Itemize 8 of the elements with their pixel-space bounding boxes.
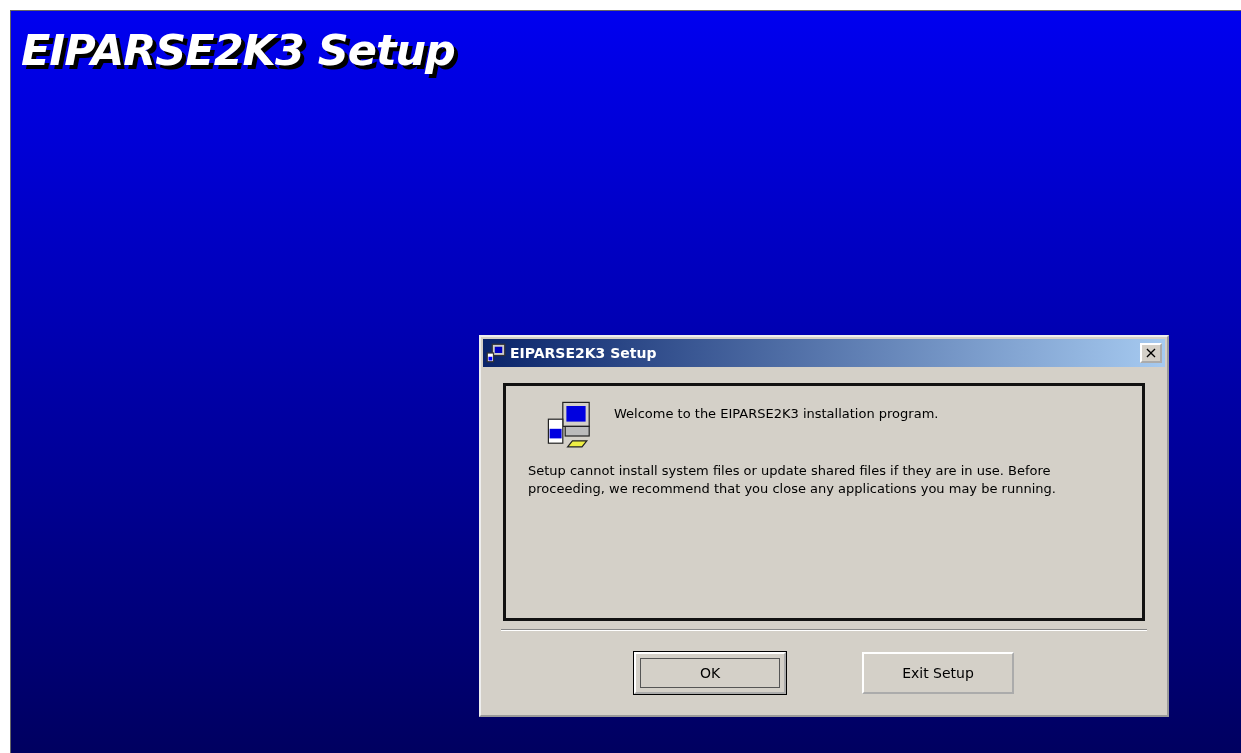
computer-icon [486,343,506,363]
ok-button[interactable]: OK [634,652,786,694]
dialog-title: EIPARSE2K3 Setup [510,345,658,361]
message-text: Setup cannot install system files or update shared files if they are in use. Before proceeding, we recommend that you close any applications you may be running. [528,462,1057,498]
setup-banner-title: EIPARSE2K3 Setup [20,24,455,75]
welcome-text: Welcome to the EIPARSE2K3 installation program. [614,406,939,421]
close-button[interactable]: × [1140,343,1162,363]
exit-setup-button[interactable]: Exit Setup [862,652,1014,694]
